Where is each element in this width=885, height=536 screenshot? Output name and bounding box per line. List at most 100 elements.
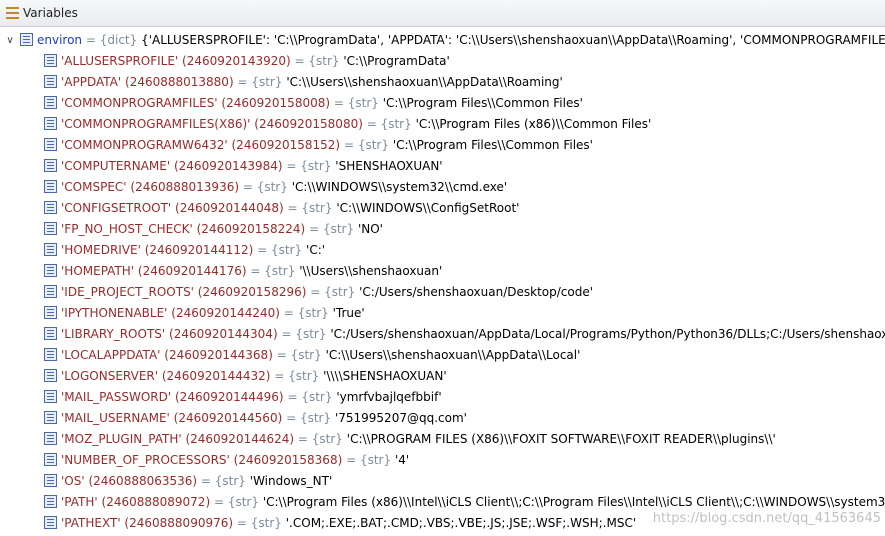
variable-row[interactable]: 'COMMONPROGRAMFILES' (2460920158008) = {… — [0, 93, 885, 114]
variable-row[interactable]: 'MAIL_PASSWORD' (2460920144496) = {str} … — [0, 387, 885, 408]
variable-key: 'CONFIGSETROOT' (2460920144048) — [61, 201, 284, 215]
variables-tree: ∨ environ = {dict} {'ALLUSERSPROFILE': 'C… — [0, 30, 885, 534]
variable-value: 'C:\\Program Files\\Common Files' — [382, 96, 583, 110]
str-variable-icon — [44, 243, 57, 256]
variable-type: {str} — [322, 222, 355, 236]
variable-key: 'PATH' (2460888089072) — [61, 495, 211, 509]
variable-key: 'COMMONPROGRAMFILES(X86)' (2460920158080… — [61, 117, 363, 131]
variable-key: 'MAIL_USERNAME' (2460920144560) — [61, 411, 283, 425]
variable-type: {str} — [301, 390, 333, 404]
variable-row[interactable]: 'NUMBER_OF_PROCESSORS' (2460920158368) =… — [0, 450, 885, 471]
variable-value: 'C:\\PROGRAM FILES (X86)\\FOXIT SOFTWARE… — [346, 432, 776, 446]
equals-sign: = — [290, 54, 309, 68]
variable-row[interactable]: 'COMPUTERNAME' (2460920143984) = {str} '… — [0, 156, 885, 177]
panel-title: Variables — [23, 6, 78, 20]
variable-type: {str} — [288, 369, 320, 383]
variable-row[interactable]: 'COMMONPROGRAMW6432' (2460920158152) = {… — [0, 135, 885, 156]
variable-type: {str} — [256, 180, 288, 194]
variable-type: {str} — [251, 75, 283, 89]
variable-type: {str} — [301, 201, 333, 215]
variable-key: 'COMMONPROGRAMW6432' (2460920158152) — [61, 138, 341, 152]
variable-row[interactable]: 'COMMONPROGRAMFILES(X86)' (2460920158080… — [0, 114, 885, 135]
variable-value: 'C:\\WINDOWS\\system32\\cmd.exe' — [291, 180, 508, 194]
variable-type: {dict} — [99, 33, 138, 47]
variable-key: 'LOGONSERVER' (2460920144432) — [61, 369, 271, 383]
variable-type: {str} — [250, 516, 282, 530]
equals-sign: = — [197, 474, 215, 488]
str-variable-icon — [44, 369, 57, 382]
equals-sign: = — [239, 180, 257, 194]
variable-row[interactable]: 'LOCALAPPDATA' (2460920144368) = {str} '… — [0, 345, 885, 366]
variable-value: 'SHENSHAOXUAN' — [335, 159, 443, 173]
variable-row[interactable]: 'PATH' (2460888089072) = {str} 'C:\\Prog… — [0, 492, 885, 513]
variable-type: {str} — [311, 432, 343, 446]
str-variable-icon — [44, 96, 57, 109]
variable-type: {str} — [290, 348, 322, 362]
variable-key: 'COMSPEC' (2460888013936) — [61, 180, 240, 194]
variable-type: {str} — [380, 117, 412, 131]
chevron-down-icon[interactable]: ∨ — [0, 30, 20, 51]
variable-key: 'IPYTHONENABLE' (2460920144240) — [61, 306, 280, 320]
equals-sign: = — [253, 243, 272, 257]
variable-value: 'True' — [332, 306, 365, 320]
str-variable-icon — [44, 285, 57, 298]
variable-value: '\\Users\\shenshaoxuan' — [299, 264, 443, 278]
variable-value: '.COM;.EXE;.BAT;.CMD;.VBS;.VBE;.JS;.JSE;… — [285, 516, 637, 530]
variable-row[interactable]: 'CONFIGSETROOT' (2460920144048) = {str} … — [0, 198, 885, 219]
variable-value: '4' — [394, 453, 410, 467]
equals-sign: = — [282, 411, 300, 425]
str-variable-icon — [44, 75, 57, 88]
equals-sign: = — [233, 516, 251, 530]
str-variable-icon — [44, 327, 57, 340]
variable-value: {'ALLUSERSPROFILE': 'C:\\ProgramData', '… — [141, 33, 885, 47]
variable-type: {str} — [347, 96, 379, 110]
variables-panel-header: Variables — [0, 0, 885, 27]
variable-type: {str} — [227, 495, 259, 509]
variable-key: 'COMPUTERNAME' (2460920143984) — [61, 159, 283, 173]
variable-row[interactable]: 'MOZ_PLUGIN_PATH' (2460920144624) = {str… — [0, 429, 885, 450]
environ-children: 'ALLUSERSPROFILE' (2460920143920) = {str… — [0, 51, 885, 534]
variable-row[interactable]: 'PATHEXT' (2460888090976) = {str} '.COM;… — [0, 513, 885, 534]
variable-type: {str} — [359, 453, 392, 467]
variable-value: 'C:/Users/shenshaoxuan/AppData/Local/Pro… — [330, 327, 885, 341]
variable-row[interactable]: 'COMSPEC' (2460888013936) = {str} 'C:\\W… — [0, 177, 885, 198]
variable-type: {str} — [324, 285, 356, 299]
variable-row[interactable]: 'APPDATA' (2460888013880) = {str} 'C:\\U… — [0, 72, 885, 93]
variable-row[interactable]: 'LOGONSERVER' (2460920144432) = {str} '\… — [0, 366, 885, 387]
variable-row[interactable]: 'MAIL_USERNAME' (2460920144560) = {str} … — [0, 408, 885, 429]
str-variable-icon — [44, 180, 57, 193]
variable-row[interactable]: 'IPYTHONENABLE' (2460920144240) = {str} … — [0, 303, 885, 324]
variable-key: 'HOMEPATH' (2460920144176) — [61, 264, 247, 278]
str-variable-icon — [44, 54, 57, 67]
variable-row[interactable]: 'LIBRARY_ROOTS' (2460920144304) = {str} … — [0, 324, 885, 345]
variable-row[interactable]: 'FP_NO_HOST_CHECK' (2460920158224) = {st… — [0, 219, 885, 240]
variable-value: 'ymrfvbajlqefbbif' — [336, 390, 442, 404]
equals-sign: = — [82, 33, 100, 47]
variable-row[interactable]: 'OS' (2460888063536) = {str} 'Windows_NT… — [0, 471, 885, 492]
equals-sign: = — [279, 306, 298, 320]
variable-type: {str} — [299, 411, 332, 425]
variable-row[interactable]: 'HOMEDRIVE' (2460920144112) = {str} 'C:' — [0, 240, 885, 261]
str-variable-icon — [44, 390, 57, 403]
equals-sign: = — [294, 432, 312, 446]
dict-variable-icon — [20, 33, 33, 46]
variable-type: {str} — [300, 159, 332, 173]
str-variable-icon — [44, 159, 57, 172]
str-variable-icon — [44, 348, 57, 361]
variable-row[interactable]: 'IDE_PROJECT_ROOTS' (2460920158296) = {s… — [0, 282, 885, 303]
variable-row[interactable]: 'HOMEPATH' (2460920144176) = {str} '\\Us… — [0, 261, 885, 282]
variable-value: 'C:\\Users\\shenshaoxuan\\AppData\\Local… — [325, 348, 581, 362]
variable-type: {str} — [295, 327, 327, 341]
equals-sign: = — [305, 222, 323, 236]
variable-value: 'C:\\Users\\shenshaoxuan\\AppData\\Roami… — [286, 75, 563, 89]
equals-sign: = — [340, 138, 358, 152]
variable-row-environ[interactable]: ∨ environ = {dict} {'ALLUSERSPROFILE': 'C… — [0, 30, 885, 51]
variable-value: 'C:\\WINDOWS\\ConfigSetRoot' — [336, 201, 520, 215]
variable-type: {str} — [264, 264, 296, 278]
equals-sign: = — [342, 453, 360, 467]
variable-type: {str} — [271, 243, 303, 257]
variable-row[interactable]: 'ALLUSERSPROFILE' (2460920143920) = {str… — [0, 51, 885, 72]
variable-key: 'LIBRARY_ROOTS' (2460920144304) — [61, 327, 278, 341]
str-variable-icon — [44, 222, 57, 235]
str-variable-icon — [44, 411, 57, 424]
